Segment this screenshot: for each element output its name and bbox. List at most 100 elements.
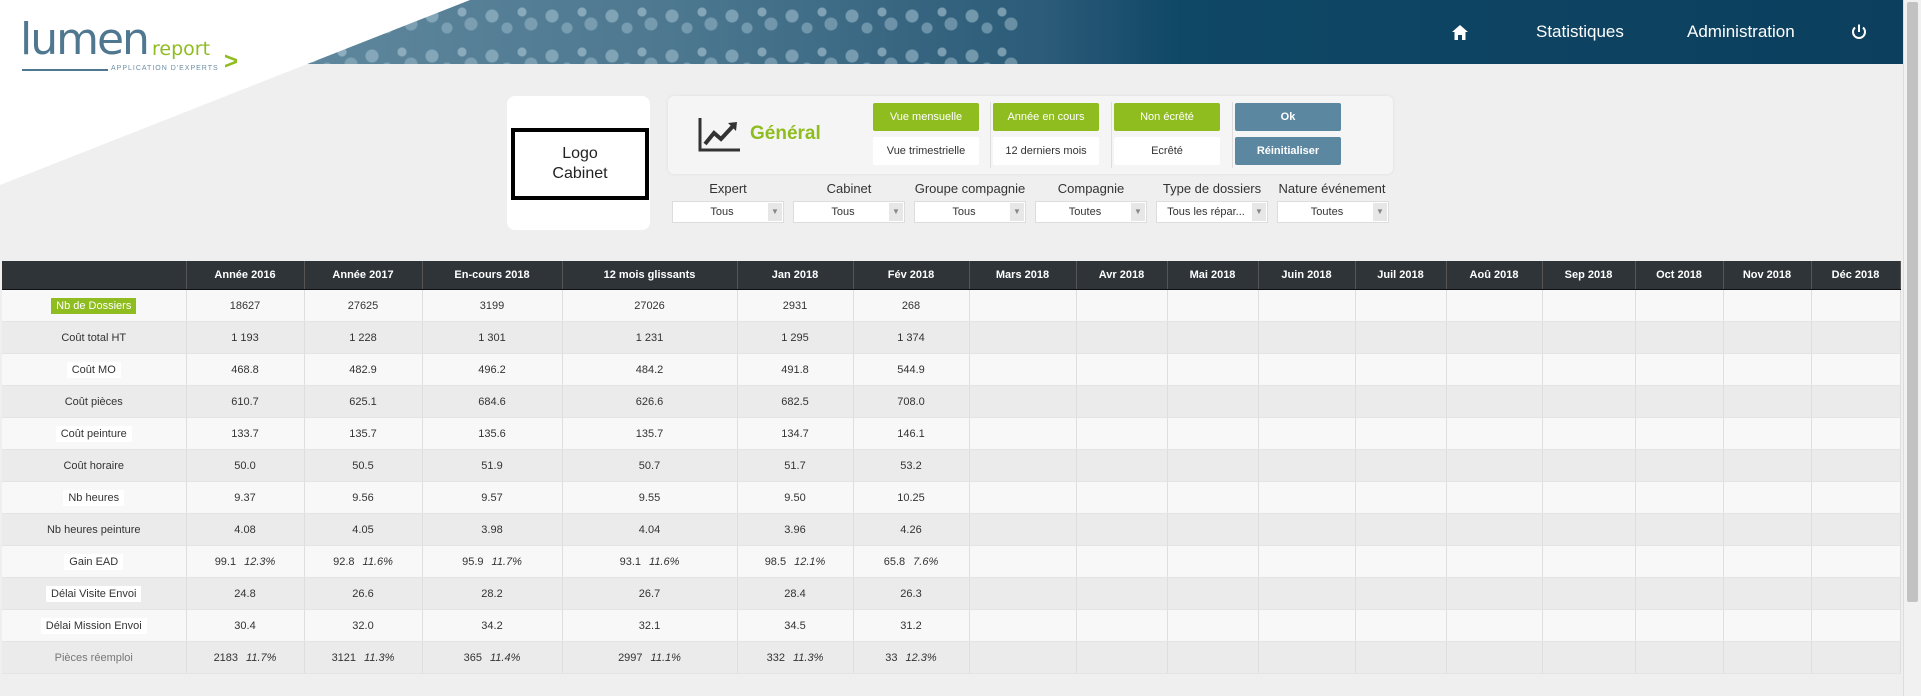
non-ecrete-button[interactable]: Non écrêté [1114,103,1220,131]
annee-en-cours-button[interactable]: Année en cours [993,103,1099,131]
table-cell: 53.2 [853,449,970,482]
table-cell [1723,481,1812,514]
cell-value: 544.9 [897,363,925,376]
power-button[interactable] [1850,0,1868,64]
table-cell [1811,545,1901,578]
table-cell [1542,417,1636,450]
vue-trimestrielle-button[interactable]: Vue trimestrielle [873,137,979,165]
cell-value: 9.56 [352,491,374,504]
cell-value: 2931 [782,299,808,312]
table-cell: 99.1 12.3% [186,545,305,578]
cell-value: 682.5 [781,395,809,408]
vue-mensuelle-button[interactable]: Vue mensuelle [873,103,979,131]
table-row: Coût MO 468.8 482.9 496.2 484.2 491.8 544.9 [2,353,1901,386]
cell-value: 27026 [634,299,665,312]
table-cell: 146.1 [853,417,970,450]
filter-select-cabinet[interactable]: Tous ▼ [793,201,905,223]
filter-select-expert[interactable]: Tous ▼ [672,201,784,223]
table-cell [1258,641,1356,674]
cell-value: 2183 [213,651,239,664]
table-cell [1446,577,1543,610]
table-cell [1355,609,1447,642]
cell-value: 9.50 [784,491,806,504]
cell-percent: 11.3% [364,651,395,664]
vertical-scrollbar[interactable] [1903,0,1921,696]
home-button[interactable] [1451,0,1469,64]
table-cell [1446,353,1543,386]
table-cell [1723,545,1812,578]
table-cell: 134.7 [737,417,854,450]
ok-button[interactable]: Ok [1235,103,1341,131]
dropdown-arrow-icon[interactable]: ▼ [1010,203,1024,221]
app-logo[interactable]: lumen report APPLICATION D'EXPERTS > [20,14,250,75]
row-label-cell: Gain EAD [2,545,187,578]
row-label[interactable]: Nb de Dossiers [51,297,137,314]
table-cell [1811,353,1901,386]
cabinet-logo-card: Logo Cabinet [507,96,650,230]
filter-select-compagnie[interactable]: Toutes ▼ [1035,201,1147,223]
filter-select-nature-evenement[interactable]: Toutes ▼ [1277,201,1389,223]
panel-title: Général [698,116,821,152]
cell-value: 51.9 [481,459,503,472]
table-cell [1635,513,1724,546]
table-cell [1167,609,1259,642]
nav-statistiques[interactable]: Statistiques [1536,0,1624,64]
table-cell [1355,289,1447,322]
nav-administration[interactable]: Administration [1687,0,1795,64]
table-cell [1635,321,1724,354]
table-cell: 18627 [186,289,305,322]
table-cell [1811,449,1901,482]
filter-value: Toutes [1068,206,1102,218]
table-cell: 34.2 [422,609,563,642]
table-cell [1446,321,1543,354]
dropdown-arrow-icon[interactable]: ▼ [1131,203,1145,221]
table-cell [1542,513,1636,546]
cell-value: 51.7 [784,459,806,472]
filter-label-type-dossiers: Type de dossiers [1162,181,1262,196]
table-cell [1167,449,1259,482]
table-cell [969,449,1077,482]
table-cell: 33 12.3% [853,641,970,674]
control-panel: Général Vue mensuelle Vue trimestrielle … [668,96,1393,174]
table-cell [1258,449,1356,482]
logo-arrow-icon: > [224,48,239,75]
scrollbar-thumb[interactable] [1907,2,1918,602]
row-label-cell: Coût MO [2,353,187,386]
ecrete-button[interactable]: Ecrêté [1114,137,1220,165]
dropdown-arrow-icon[interactable]: ▼ [889,203,903,221]
table-cell [1811,609,1901,642]
row-label-cell: Pièces réemploi [2,641,187,674]
filter-select-type-dossiers[interactable]: Tous les répar... ▼ [1156,201,1268,223]
table-cell [1542,545,1636,578]
table-cell: 50.5 [304,449,423,482]
cell-value: 626.6 [635,395,664,408]
table-cell [969,577,1077,610]
table-cell [1355,545,1447,578]
row-label: Nb heures [63,489,125,506]
cell-value: 99.1 [214,555,237,568]
table-cell [1723,513,1812,546]
table-cell [1446,545,1543,578]
douze-derniers-mois-button[interactable]: 12 derniers mois [993,137,1099,165]
table-cell [1355,353,1447,386]
dropdown-arrow-icon[interactable]: ▼ [768,203,782,221]
dropdown-arrow-icon[interactable]: ▼ [1373,203,1387,221]
cell-value: 146.1 [897,427,925,440]
cell-value: 30.4 [234,619,256,632]
row-label-cell: Nb heures [2,481,187,514]
cell-value: 9.57 [481,491,503,504]
cell-value: 684.6 [478,395,506,408]
table-cell: 4.04 [562,513,738,546]
table-cell [1542,353,1636,386]
cell-value: 3.96 [784,523,806,536]
panel-divider [1232,102,1233,168]
table-cell [1542,289,1636,322]
filter-label-expert: Expert [709,181,747,196]
table-cell: 544.9 [853,353,970,386]
dropdown-arrow-icon[interactable]: ▼ [1252,203,1266,221]
filter-select-groupe-compagnie[interactable]: Tous ▼ [914,201,1026,223]
filter-value: Tous [831,206,855,218]
reinitialiser-button[interactable]: Réinitialiser [1235,137,1341,165]
table-cell: 484.2 [562,353,738,386]
table-cell: 98.5 12.1% [737,545,854,578]
